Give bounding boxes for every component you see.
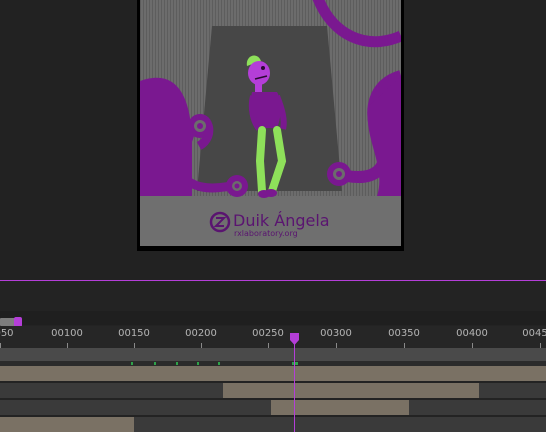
ruler-label: 00300 [320,328,352,339]
keyframe-marker[interactable] [154,362,156,365]
keyframe-marker[interactable] [292,362,298,365]
ruler-label: 00350 [388,328,420,339]
ruler-label: 00100 [51,328,83,339]
keyframe-marker[interactable] [197,362,199,365]
playhead-marker-icon[interactable] [290,333,299,345]
layer-duration-bar[interactable] [0,417,134,432]
layer-duration-bar[interactable] [0,366,546,381]
ruler-label: 00250 [252,328,284,339]
ruler-label: 00150 [118,328,150,339]
ruler-label: 00200 [185,328,217,339]
keyframe-marker[interactable] [218,362,220,365]
ruler-label: 0045 [522,328,546,339]
layer-duration-bar[interactable] [271,400,409,415]
layer-duration-bar[interactable] [223,383,479,398]
keyframe-marker[interactable] [131,362,133,365]
composition-canvas[interactable]: Duik Ángela rxlaboratory.org [137,0,404,251]
panel-gap [0,281,546,311]
title-text: Duik Ángela [233,211,330,230]
subtitle-text: rxlaboratory.org [234,229,298,238]
playhead-line[interactable] [294,335,295,432]
time-ruler[interactable]: 050 00100 00150 00200 00250 00300 00350 … [0,326,546,348]
ruler-label: 050 [0,328,14,339]
composition-track [0,348,546,361]
artwork: Duik Ángela rxlaboratory.org [137,0,404,251]
work-area-track[interactable] [0,311,546,325]
keyframe-marker[interactable] [176,362,178,365]
ruler-label: 00400 [456,328,488,339]
